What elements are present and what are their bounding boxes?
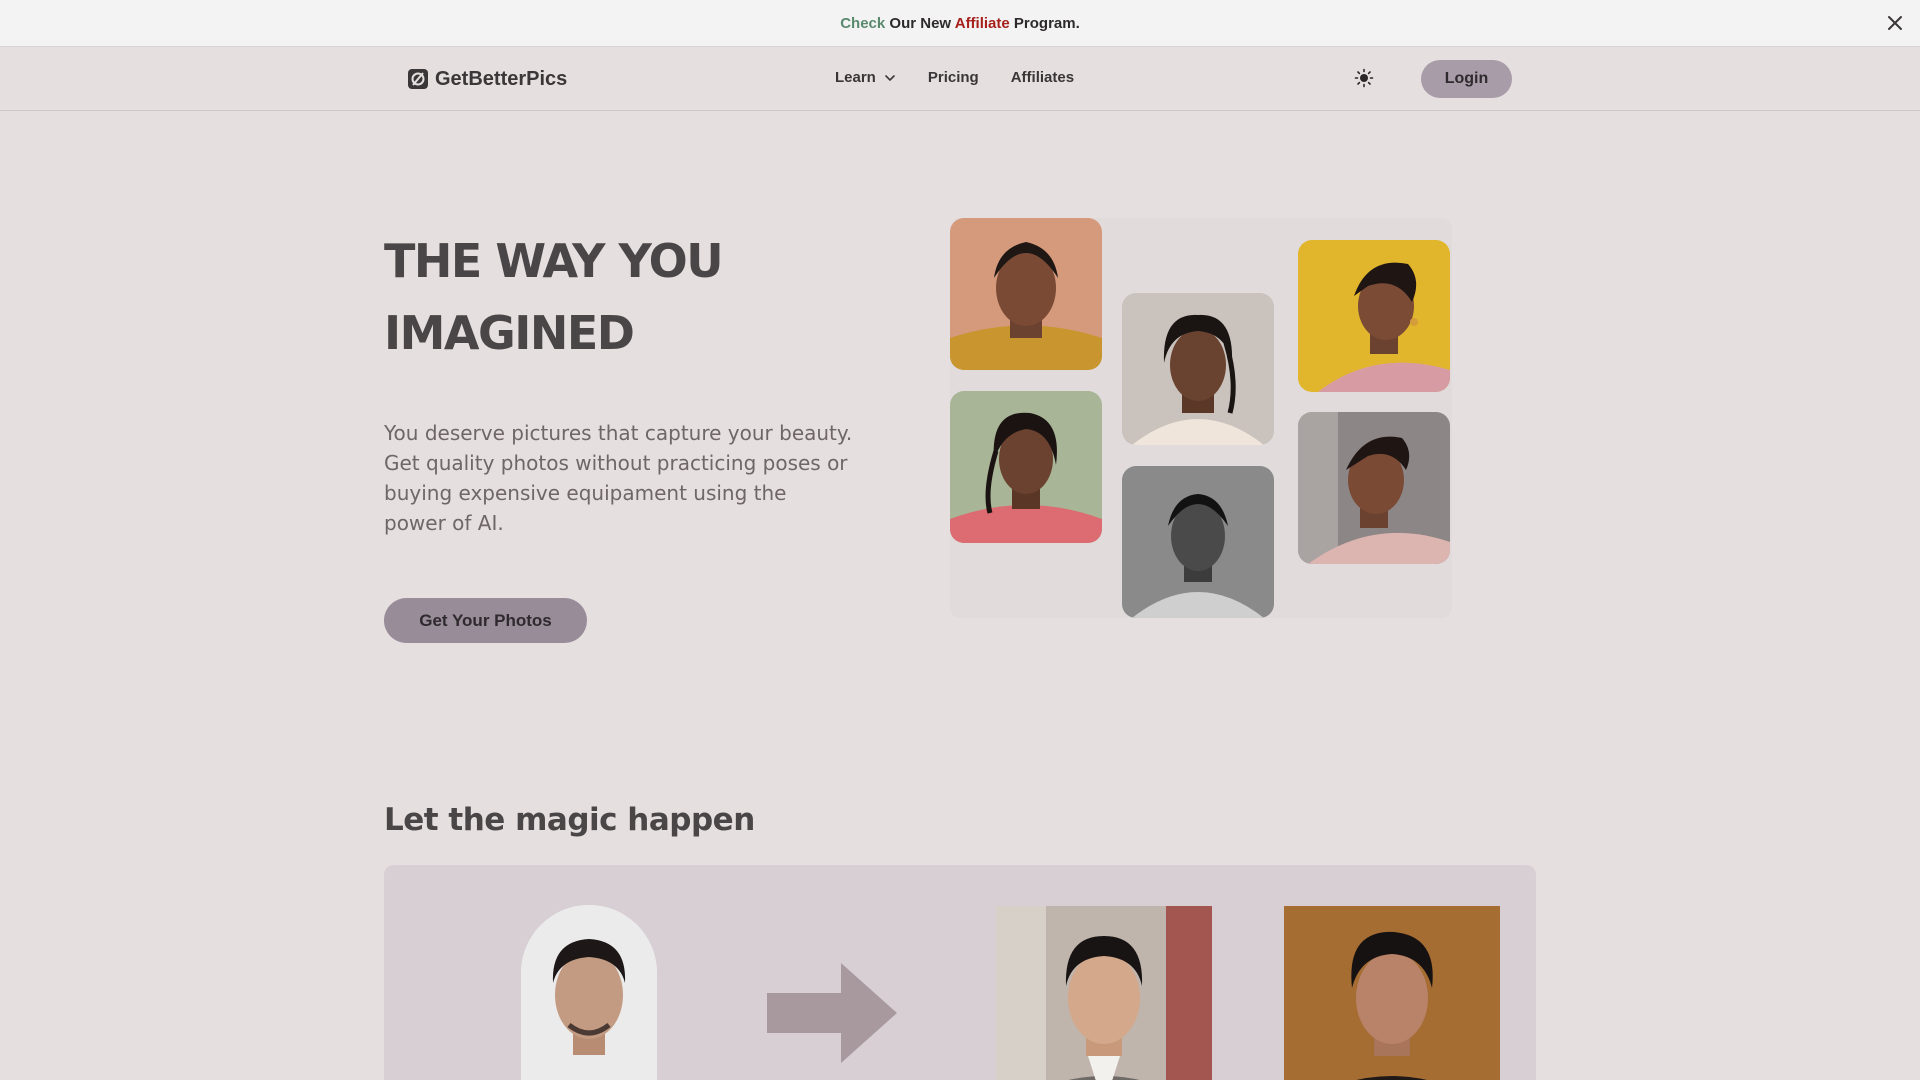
gallery-photo-2 — [1122, 293, 1274, 445]
demo-output-photo-1 — [996, 906, 1212, 1080]
sun-icon[interactable] — [1354, 68, 1374, 88]
demo-panel — [384, 865, 1536, 1080]
hero-title-line1: THE WAY YOU — [384, 234, 724, 288]
hero-title: THE WAY YOU IMAGINED — [384, 225, 864, 369]
nav-item-pricing[interactable]: Pricing — [928, 69, 979, 86]
close-icon[interactable] — [1884, 12, 1906, 34]
gallery-photo-1 — [950, 218, 1102, 370]
gallery-photo-3 — [1298, 240, 1450, 392]
logo-icon — [408, 69, 428, 89]
nav-item-learn-label: Learn — [835, 69, 876, 86]
gallery-photo-5 — [1122, 466, 1274, 618]
announcement-text[interactable]: Check Our New Affiliate Program. — [840, 15, 1080, 32]
announcement-bar: Check Our New Affiliate Program. — [0, 0, 1920, 47]
nav-item-affiliates-label: Affiliates — [1010, 69, 1075, 86]
nav-item-learn[interactable]: Learn — [835, 69, 896, 86]
nav-links: Learn Pricing Affiliates — [835, 69, 1074, 86]
section-title-magic: Let the magic happen — [384, 802, 755, 838]
brand-name: GetBetterPics — [435, 67, 568, 90]
announcement-end: Program. — [1013, 14, 1080, 32]
demo-input-photo — [521, 905, 657, 1080]
announcement-affiliate: Affiliate — [954, 14, 1010, 32]
login-button[interactable]: Login — [1421, 60, 1512, 98]
nav-item-pricing-label: Pricing — [927, 69, 979, 86]
demo-output-photo-2 — [1284, 906, 1500, 1080]
gallery-photo-6 — [1298, 412, 1450, 564]
top-navbar: GetBetterPics Learn Pricing Affiliates L… — [0, 47, 1920, 111]
announcement-middle: Our New — [889, 14, 952, 32]
right-arrow-icon — [767, 963, 897, 1063]
gallery-photo-4 — [950, 391, 1102, 543]
chevron-down-icon — [885, 74, 895, 81]
hero-title-line2: IMAGINED — [384, 306, 635, 360]
announcement-check: Check — [840, 14, 886, 32]
nav-item-affiliates[interactable]: Affiliates — [1011, 69, 1074, 86]
brand-logo[interactable]: GetBetterPics — [407, 67, 567, 91]
get-your-photos-button[interactable]: Get Your Photos — [384, 598, 587, 643]
hero-subtitle: You deserve pictures that capture your b… — [384, 421, 853, 535]
